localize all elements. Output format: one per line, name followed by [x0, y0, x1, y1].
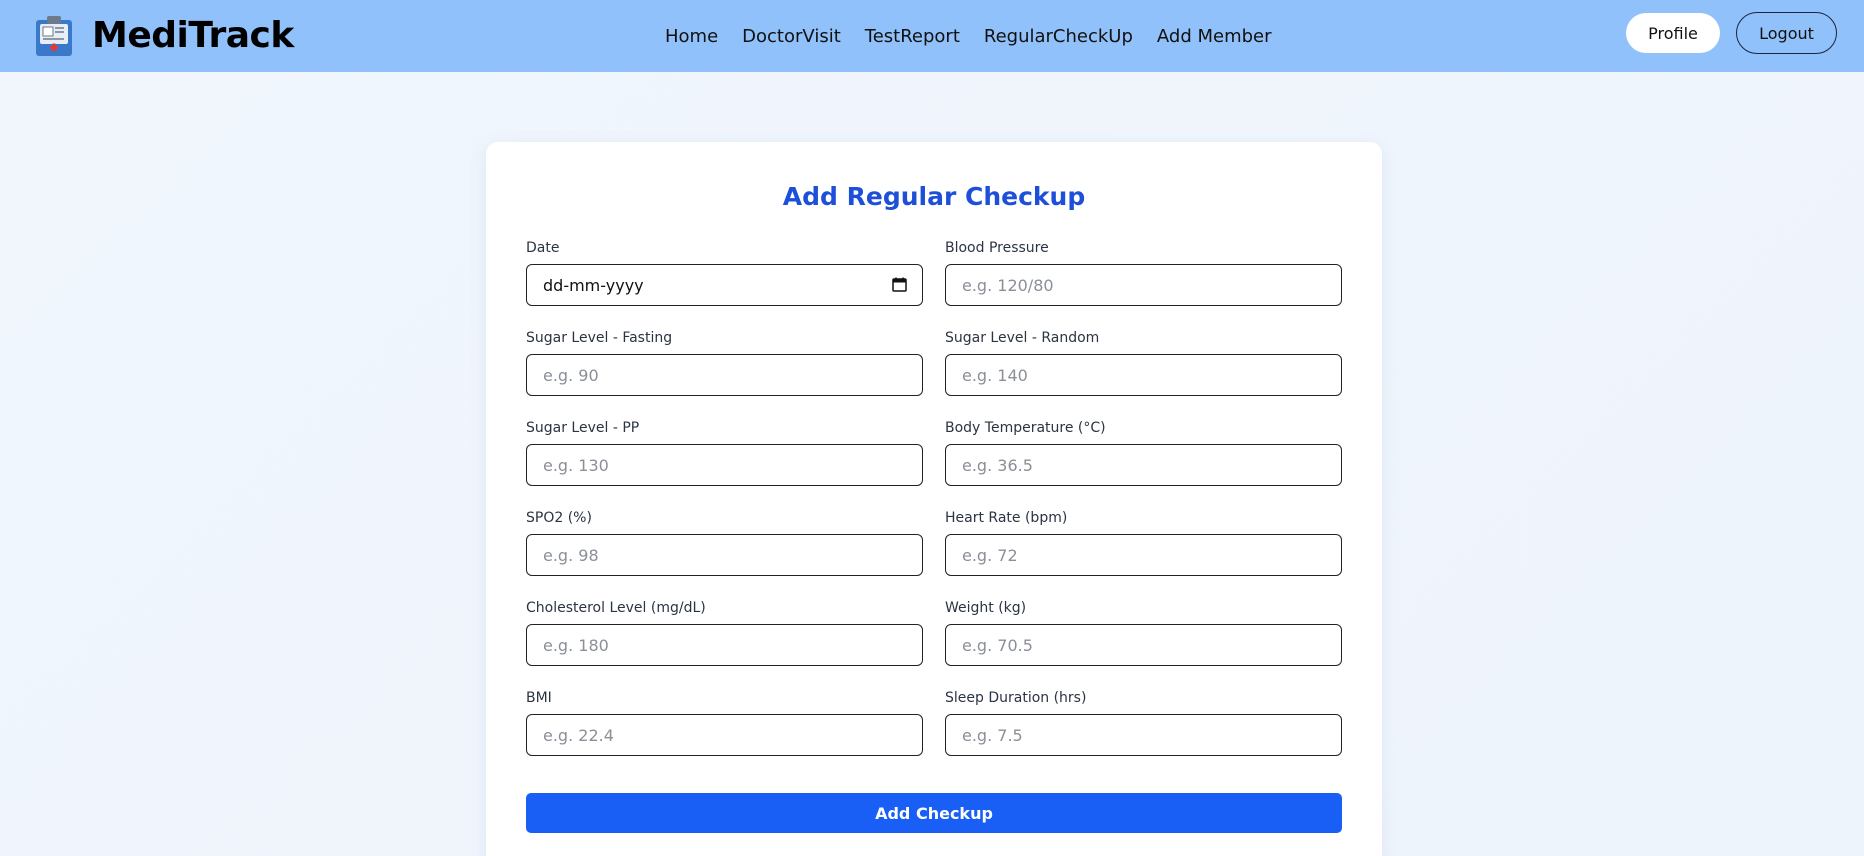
calendar-icon[interactable] [892, 277, 907, 292]
blood-pressure-field: Blood Pressure [945, 240, 1342, 306]
logout-button[interactable]: Logout [1736, 12, 1837, 54]
nav-test-report[interactable]: TestReport [865, 26, 960, 47]
sleep-duration-input[interactable] [945, 714, 1342, 756]
sugar-pp-label: Sugar Level - PP [526, 420, 640, 436]
form-title: Add Regular Checkup [782, 182, 1086, 211]
body-temperature-input[interactable] [945, 444, 1342, 486]
weight-field: Weight (kg) [945, 600, 1342, 666]
heart-rate-field: Heart Rate (bpm) [945, 510, 1342, 576]
add-checkup-button[interactable]: Add Checkup [526, 793, 1342, 833]
blood-pressure-input[interactable] [945, 264, 1342, 306]
sugar-fasting-label: Sugar Level - Fasting [526, 330, 673, 346]
blood-pressure-label: Blood Pressure [945, 240, 1049, 256]
sugar-random-field: Sugar Level - Random [945, 330, 1342, 396]
navbar: MediTrack Home DoctorVisit TestReport Re… [0, 0, 1864, 72]
bmi-label: BMI [526, 690, 552, 706]
profile-button[interactable]: Profile [1626, 13, 1720, 53]
sugar-fasting-input[interactable] [526, 354, 923, 396]
brand[interactable]: MediTrack [34, 10, 294, 60]
sugar-pp-field: Sugar Level - PP [526, 420, 923, 486]
nav-regular-checkup[interactable]: RegularCheckUp [984, 26, 1133, 47]
date-input-wrap [526, 264, 923, 306]
bmi-input[interactable] [526, 714, 923, 756]
bmi-field: BMI [526, 690, 923, 756]
nav-links: Home DoctorVisit TestReport RegularCheck… [665, 0, 1296, 72]
nav-add-member[interactable]: Add Member [1157, 26, 1272, 47]
spo2-label: SPO2 (%) [526, 510, 592, 526]
heart-rate-input[interactable] [945, 534, 1342, 576]
app-name: MediTrack [92, 14, 294, 56]
sugar-random-label: Sugar Level - Random [945, 330, 1100, 346]
cholesterol-field: Cholesterol Level (mg/dL) [526, 600, 923, 666]
weight-input[interactable] [945, 624, 1342, 666]
cholesterol-label: Cholesterol Level (mg/dL) [526, 600, 706, 616]
sugar-fasting-field: Sugar Level - Fasting [526, 330, 923, 396]
date-label: Date [526, 240, 560, 256]
date-input[interactable] [526, 264, 923, 306]
checkup-form-card: Add Regular Checkup Date Blood Pressure … [486, 142, 1382, 856]
nav-doctor-visit[interactable]: DoctorVisit [742, 26, 841, 47]
cholesterol-input[interactable] [526, 624, 923, 666]
sleep-duration-field: Sleep Duration (hrs) [945, 690, 1342, 756]
sleep-duration-label: Sleep Duration (hrs) [945, 690, 1087, 706]
heart-rate-label: Heart Rate (bpm) [945, 510, 1068, 526]
spo2-input[interactable] [526, 534, 923, 576]
spo2-field: SPO2 (%) [526, 510, 923, 576]
body-temperature-label: Body Temperature (°C) [945, 420, 1106, 436]
body-temperature-field: Body Temperature (°C) [945, 420, 1342, 486]
nav-home[interactable]: Home [665, 26, 718, 47]
sugar-pp-input[interactable] [526, 444, 923, 486]
date-field: Date [526, 240, 923, 306]
sugar-random-input[interactable] [945, 354, 1342, 396]
weight-label: Weight (kg) [945, 600, 1027, 616]
medical-clipboard-icon [36, 16, 72, 56]
